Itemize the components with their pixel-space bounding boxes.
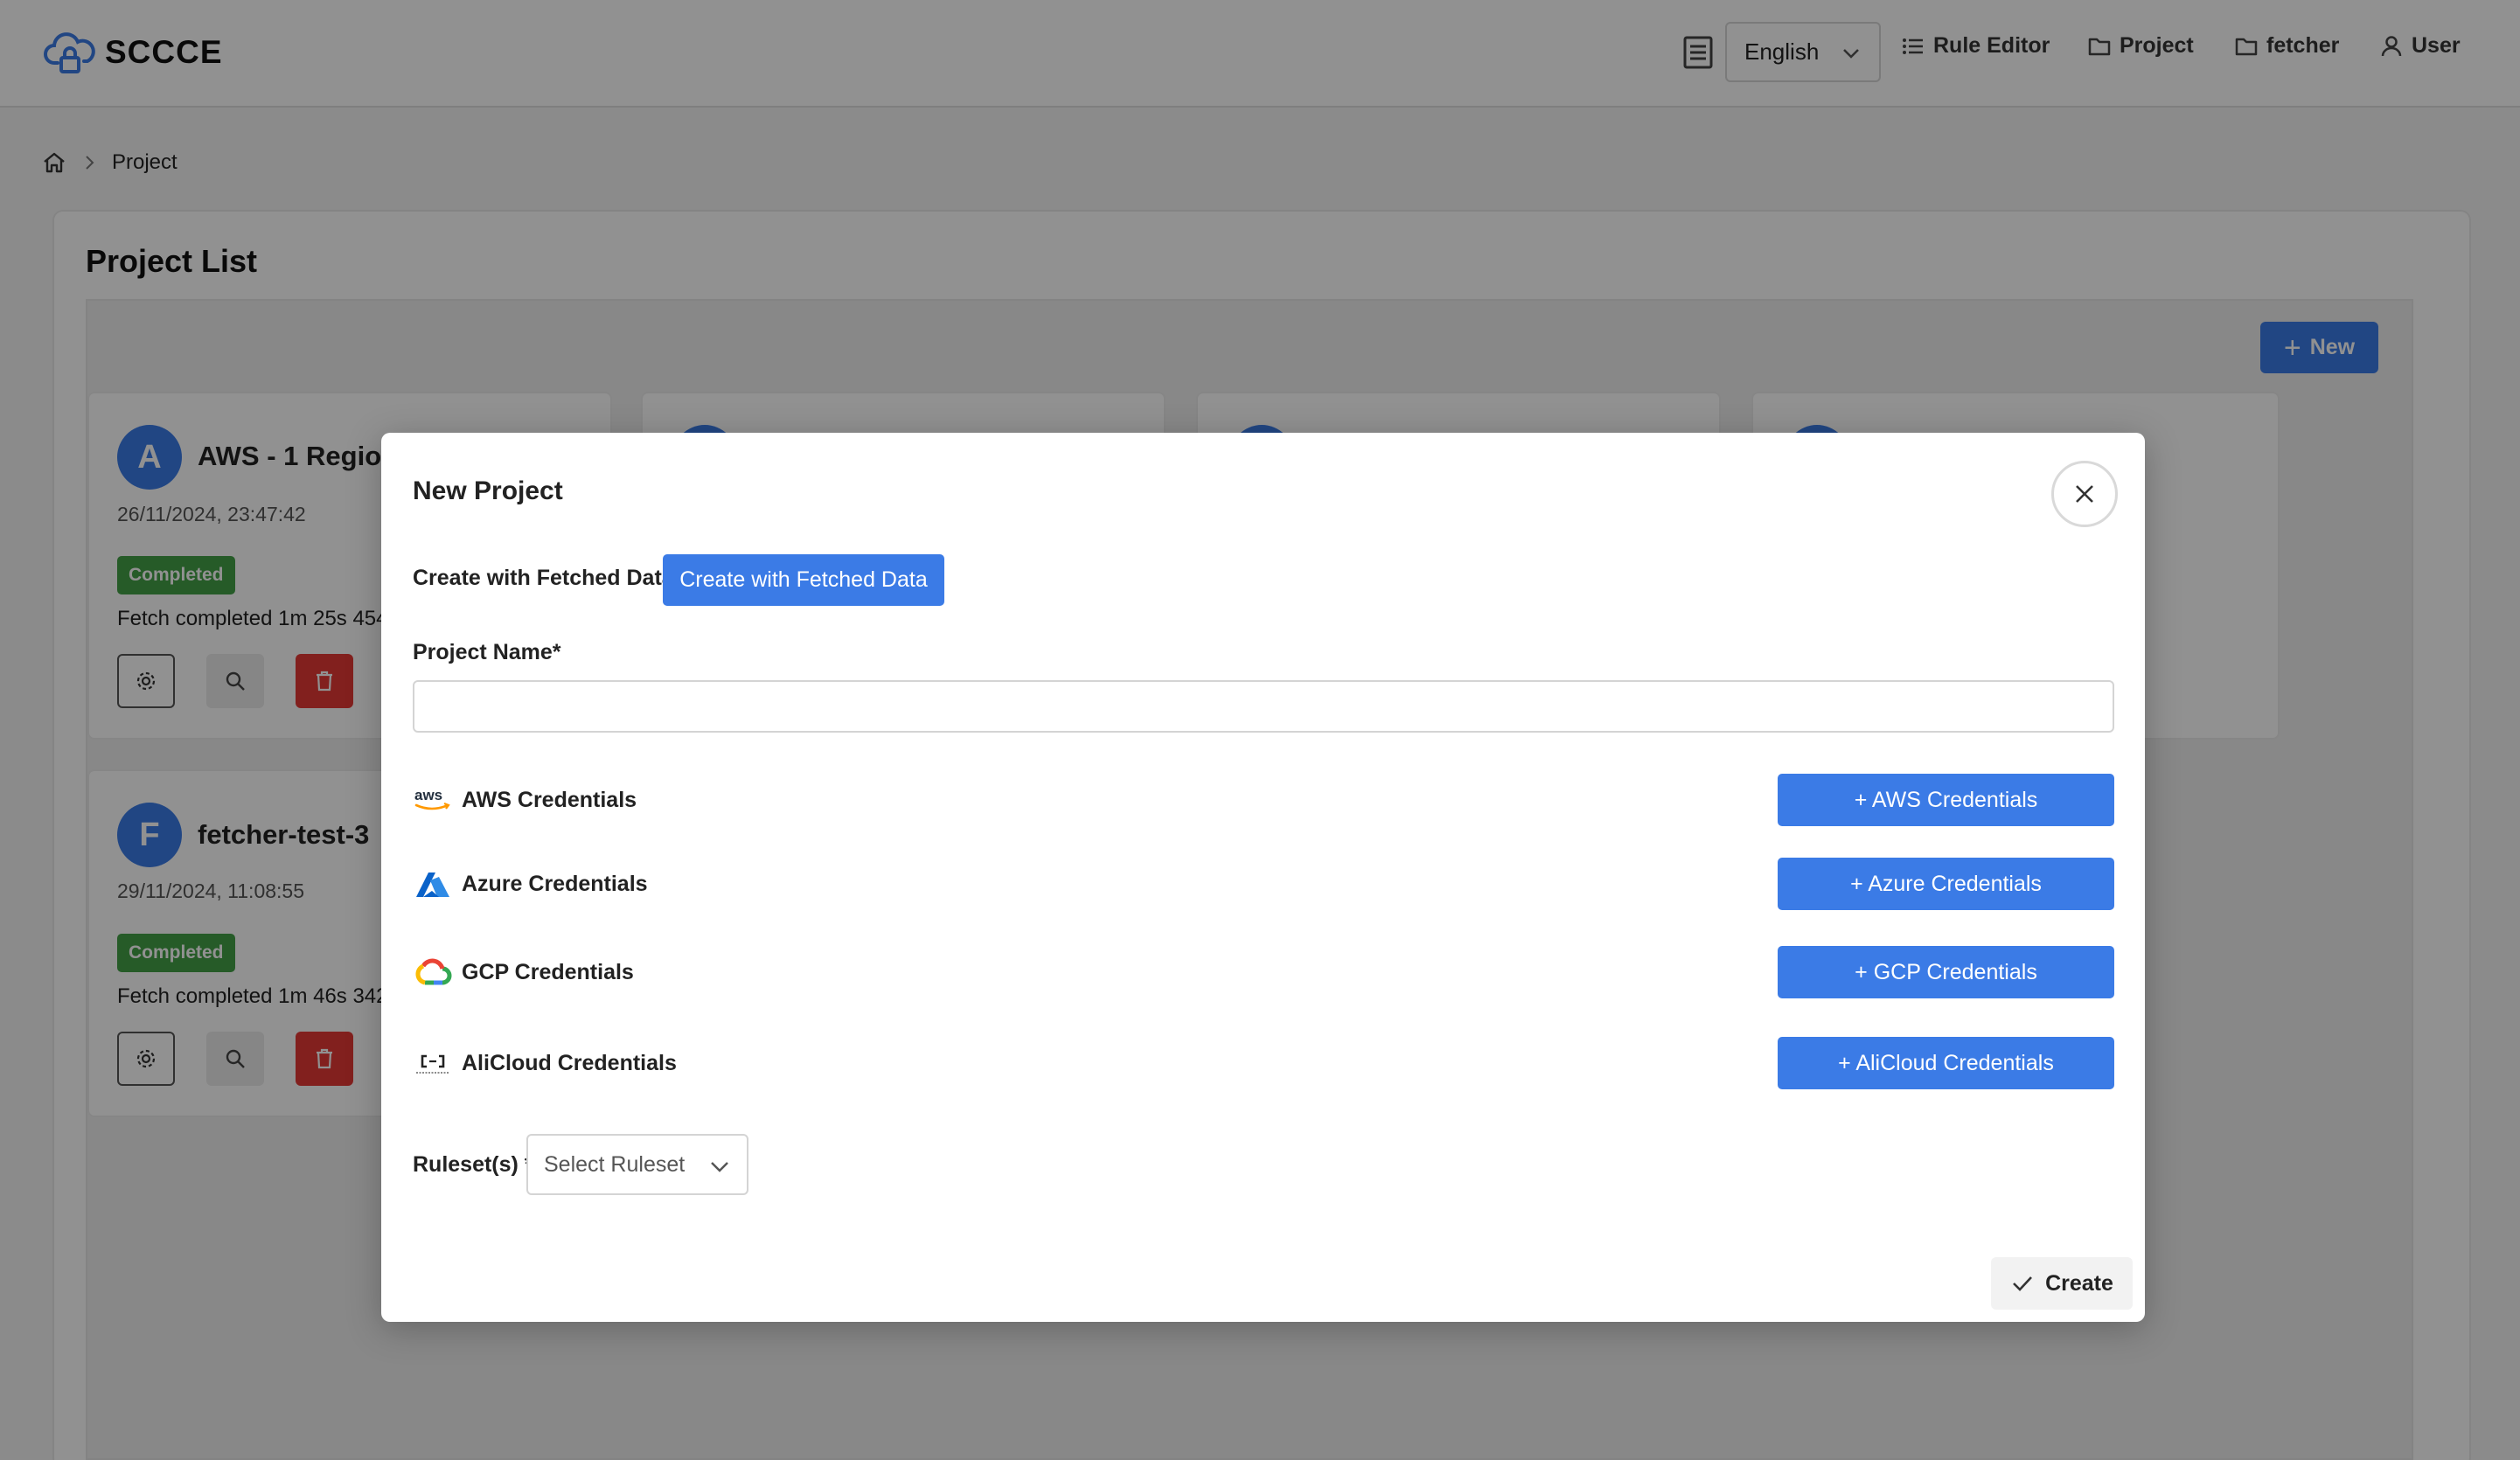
- close-button[interactable]: [2051, 461, 2118, 527]
- project-name-input[interactable]: [413, 680, 2114, 733]
- azure-credentials-row: Azure Credentials + Azure Credentials: [413, 858, 2114, 910]
- aws-credentials-row: aws AWS Credentials + AWS Credentials: [413, 774, 2114, 826]
- project-name-label: Project Name*: [413, 640, 561, 664]
- alicloud-credentials-row: AliCloud Credentials + AliCloud Credenti…: [413, 1037, 2114, 1089]
- gcp-logo-icon: [415, 958, 452, 985]
- close-icon: [2076, 485, 2093, 503]
- gcp-credentials-row: GCP Credentials + GCP Credentials: [413, 946, 2114, 998]
- ruleset-label: Ruleset(s) *: [413, 1152, 533, 1177]
- ruleset-select[interactable]: Select Ruleset: [526, 1134, 748, 1195]
- create-button[interactable]: Create: [1991, 1257, 2133, 1310]
- alicloud-credentials-label: AliCloud Credentials: [462, 1051, 677, 1075]
- gcp-credentials-label: GCP Credentials: [462, 960, 634, 984]
- aws-credentials-label: AWS Credentials: [462, 788, 637, 812]
- fetched-data-label: Create with Fetched Data: [413, 566, 674, 590]
- create-button-label: Create: [2045, 1270, 2113, 1296]
- aws-logo-icon: aws: [414, 787, 450, 810]
- azure-credentials-label: Azure Credentials: [462, 872, 648, 896]
- new-project-dialog: New Project Create with Fetched Data Cre…: [381, 433, 2145, 1322]
- ruleset-placeholder: Select Ruleset: [544, 1151, 686, 1177]
- svg-text:aws: aws: [414, 787, 442, 803]
- add-alicloud-credentials-button[interactable]: + AliCloud Credentials: [1778, 1037, 2114, 1089]
- add-gcp-credentials-button[interactable]: + GCP Credentials: [1778, 946, 2114, 998]
- alicloud-logo-icon: [416, 1054, 449, 1074]
- add-azure-credentials-button[interactable]: + Azure Credentials: [1778, 858, 2114, 910]
- dialog-title: New Project: [413, 476, 563, 505]
- check-icon: [2013, 1276, 2033, 1291]
- chevron-down-icon: [711, 1162, 728, 1172]
- azure-logo-icon: [416, 873, 449, 897]
- add-aws-credentials-button[interactable]: + AWS Credentials: [1778, 774, 2114, 826]
- create-with-fetched-data-button[interactable]: Create with Fetched Data: [663, 554, 944, 606]
